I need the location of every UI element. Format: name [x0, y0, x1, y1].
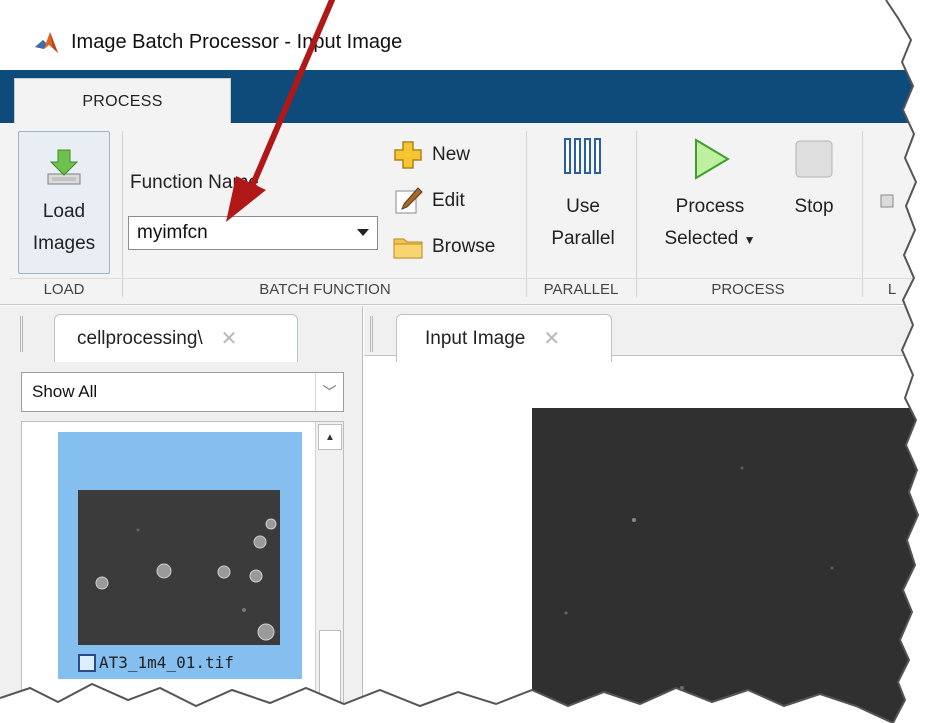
function-name-label: Function Name: [130, 172, 259, 193]
use-parallel-button[interactable]: Use Parallel: [540, 137, 626, 255]
stop-icon: [795, 140, 833, 178]
process-label-line2: Selected: [664, 228, 739, 249]
edit-label: Edit: [432, 190, 465, 211]
stop-button[interactable]: Stop: [782, 137, 846, 223]
section-separator: [862, 131, 863, 297]
section-label-cut: L: [887, 281, 897, 298]
section-label-load: LOAD: [43, 281, 85, 298]
parallel-icon: [564, 138, 601, 174]
thumbnail-list: AT3_1m4_01.tif ▲: [21, 421, 344, 723]
section-separator: [636, 131, 637, 297]
tab-process[interactable]: PROCESS: [14, 78, 231, 124]
partial-tool-icon: [880, 194, 894, 208]
tab-input-image[interactable]: Input Image ✕: [396, 314, 612, 362]
process-label-line1: Process: [675, 196, 745, 217]
vertical-scrollbar[interactable]: ▲: [315, 422, 343, 723]
function-name-dropdown[interactable]: myimfcn: [128, 216, 378, 250]
tab-label: Input Image: [425, 327, 526, 349]
matlab-logo-icon: [35, 32, 58, 53]
close-icon[interactable]: ✕: [221, 326, 238, 351]
play-icon: [695, 138, 730, 180]
filter-dropdown[interactable]: Show All ﹀: [21, 372, 344, 412]
section-separator: [526, 131, 527, 297]
new-function-button[interactable]: New: [392, 138, 470, 172]
section-label-batch-function: BATCH FUNCTION: [259, 281, 391, 298]
section-label-parallel: PARALLEL: [543, 281, 619, 298]
app-window: Image Batch Processor - Input Image PROC…: [0, 0, 929, 723]
pane-grip-handle[interactable]: [370, 316, 380, 352]
input-image-view: [532, 408, 929, 723]
edit-function-button[interactable]: Edit: [392, 184, 465, 218]
toolstrip: Load Images Function Name myimfcn New Ed…: [0, 123, 929, 305]
browse-label: Browse: [432, 236, 496, 257]
parallel-label-line1: Use: [566, 196, 600, 217]
section-label-divider: [10, 278, 929, 279]
tab-label: cellprocessing\: [77, 327, 203, 349]
folder-icon: [393, 238, 423, 259]
window-title: Image Batch Processor - Input Image: [71, 30, 403, 53]
thumbnail-item[interactable]: AT3_1m4_01.tif: [58, 432, 302, 679]
image-browser-pane: cellprocessing\ ✕ Show All ﹀ AT3_1m4_01.…: [0, 306, 363, 723]
load-label-line2: Images: [32, 233, 96, 254]
chevron-down-icon: ﹀: [315, 373, 343, 411]
load-images-button[interactable]: Load Images: [18, 131, 110, 274]
scroll-up-arrow-icon[interactable]: ▲: [318, 424, 342, 450]
plus-icon: [394, 141, 422, 169]
pane-grip-handle[interactable]: [20, 316, 30, 352]
edit-pencil-icon: [395, 187, 423, 214]
browse-function-button[interactable]: Browse: [392, 230, 495, 264]
function-name-value: myimfcn: [137, 222, 208, 243]
caret-down-icon: ▼: [743, 233, 756, 247]
title-bar: Image Batch Processor - Input Image: [0, 14, 929, 70]
load-images-icon: [47, 149, 81, 185]
thumbnail-filename: AT3_1m4_01.tif: [99, 653, 234, 672]
new-label: New: [432, 144, 471, 165]
parallel-label-line2: Parallel: [551, 228, 615, 249]
thumbnail-image: [78, 490, 280, 645]
scrollbar-thumb[interactable]: [319, 630, 341, 723]
tab-cellprocessing[interactable]: cellprocessing\ ✕: [54, 314, 298, 362]
section-label-process: PROCESS: [711, 281, 785, 298]
thumbnail-checkbox[interactable]: [78, 653, 96, 672]
document-tab-bar: Input Image ✕: [364, 306, 929, 362]
load-label-line1: Load: [42, 201, 86, 222]
filter-value: Show All: [32, 382, 98, 401]
close-icon[interactable]: ✕: [543, 326, 560, 351]
process-selected-button[interactable]: Process Selected ▼: [652, 137, 768, 256]
ribbon-tab-strip: PROCESS: [0, 70, 929, 124]
stop-label: Stop: [794, 196, 834, 217]
section-separator: [122, 131, 123, 297]
chevron-down-icon: [357, 229, 369, 236]
input-image-pane: Input Image ✕: [364, 306, 929, 723]
